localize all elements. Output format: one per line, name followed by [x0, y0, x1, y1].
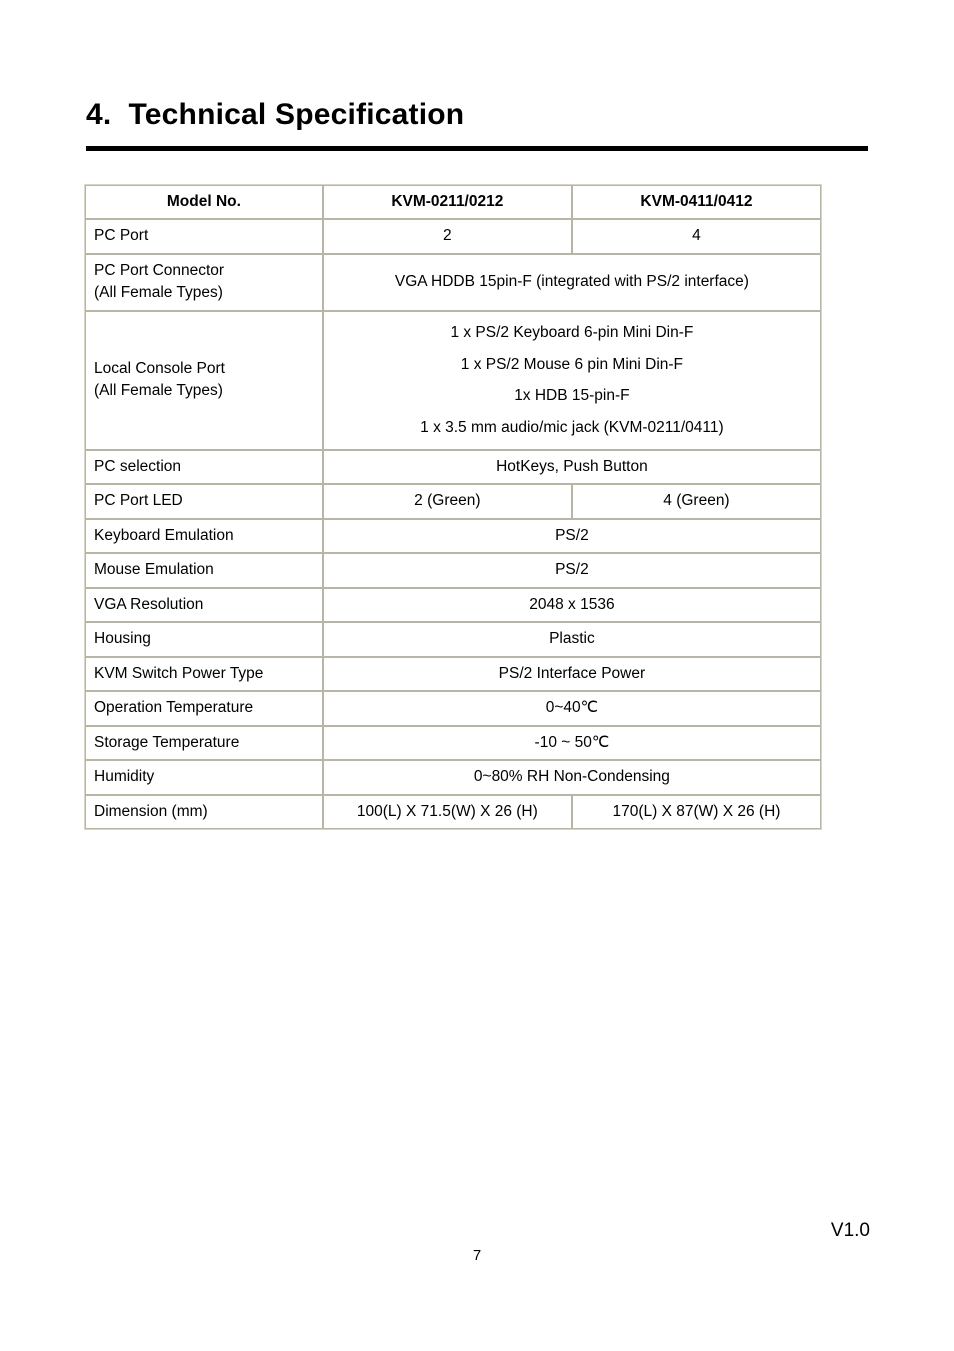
row-label: Dimension (mm) [85, 794, 323, 830]
page-number: 7 [472, 1247, 482, 1264]
row-value-merged: PS/2 Interface Power [322, 656, 821, 692]
table-row: PC selection HotKeys, Push Button [85, 449, 821, 485]
row-label: Housing [85, 622, 323, 657]
row-label: PC selection [85, 449, 323, 485]
row-label: Mouse Emulation [85, 553, 323, 588]
row-value-merged: PS/2 [322, 553, 821, 588]
row-label: PC Port Connector (All Female Types) [85, 253, 323, 311]
table-row: Keyboard Emulation PS/2 [85, 518, 821, 554]
row-value-merged: PS/2 [322, 518, 821, 554]
row-label: Storage Temperature [85, 725, 323, 761]
spec-table-body: Model No. KVM-0211/0212 KVM-0411/0412 PC… [85, 185, 821, 830]
row-value-merged: 1 x PS/2 Keyboard 6-pin Mini Din-F 1 x P… [322, 310, 821, 450]
table-row: Storage Temperature -10 ~ 50℃ [85, 725, 821, 761]
row-label: Humidity [85, 760, 323, 795]
row-value-2: 170(L) X 87(W) X 26 (H) [571, 794, 821, 830]
row-label: KVM Switch Power Type [85, 656, 323, 692]
row-label: VGA Resolution [85, 587, 323, 623]
row-value-merged: Plastic [322, 622, 821, 657]
row-value-1: 2 (Green) [322, 484, 572, 519]
header-cell-model-2: KVM-0411/0412 [571, 185, 821, 220]
row-label: PC Port LED [85, 484, 323, 519]
table-row: Dimension (mm) 100(L) X 71.5(W) X 26 (H)… [85, 794, 821, 830]
table-row: PC Port 2 4 [85, 219, 821, 254]
row-label: PC Port [85, 219, 323, 254]
row-value-1: 2 [322, 219, 572, 254]
document-page: 4. Technical Specification Model No. KVM… [0, 0, 954, 1351]
row-label: Local Console Port (All Female Types) [85, 310, 323, 450]
row-label: Operation Temperature [85, 691, 323, 726]
table-row: PC Port Connector (All Female Types) VGA… [85, 253, 821, 311]
table-row: VGA Resolution 2048 x 1536 [85, 587, 821, 623]
table-row: KVM Switch Power Type PS/2 Interface Pow… [85, 656, 821, 692]
row-value-merged: 2048 x 1536 [322, 587, 821, 623]
header-cell-model-1: KVM-0211/0212 [322, 185, 572, 220]
technical-specification-table: Model No. KVM-0211/0212 KVM-0411/0412 PC… [84, 184, 822, 831]
row-value-2: 4 [571, 219, 821, 254]
table-header-row: Model No. KVM-0211/0212 KVM-0411/0412 [85, 185, 821, 220]
header-cell-model-no: Model No. [85, 185, 323, 220]
row-value-merged: VGA HDDB 15pin-F (integrated with PS/2 i… [322, 253, 821, 311]
table-row: Humidity 0~80% RH Non-Condensing [85, 760, 821, 795]
table-row: Local Console Port (All Female Types) 1 … [85, 310, 821, 450]
row-value-1: 100(L) X 71.5(W) X 26 (H) [322, 794, 572, 830]
row-value-merged: 0~80% RH Non-Condensing [322, 760, 821, 795]
title-underline-rule [86, 146, 868, 151]
table-row: PC Port LED 2 (Green) 4 (Green) [85, 484, 821, 519]
row-value-merged: -10 ~ 50℃ [322, 725, 821, 761]
document-version: V1.0 [830, 1220, 870, 1241]
row-value-2: 4 (Green) [571, 484, 821, 519]
page-title: 4. Technical Specification [86, 98, 465, 131]
table-row: Operation Temperature 0~40℃ [85, 691, 821, 726]
row-label: Keyboard Emulation [85, 518, 323, 554]
row-value-merged: 0~40℃ [322, 691, 821, 726]
row-value-lines: 1 x PS/2 Keyboard 6-pin Mini Din-F 1 x P… [420, 323, 724, 437]
table-row: Mouse Emulation PS/2 [85, 553, 821, 588]
row-value-merged: HotKeys, Push Button [322, 449, 821, 485]
table-row: Housing Plastic [85, 622, 821, 657]
